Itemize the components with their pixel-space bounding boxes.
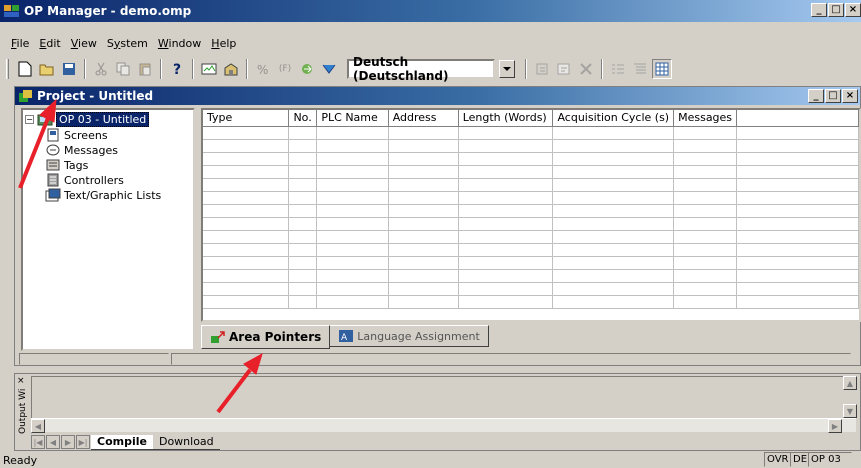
- tab-area-pointers-label: Area Pointers: [229, 330, 322, 344]
- area-pointers-icon: [210, 330, 226, 344]
- tab-area-pointers[interactable]: Area Pointers: [201, 325, 331, 349]
- annotation-arrows: [18, 98, 263, 414]
- red-arrow-tree-root: [18, 98, 57, 189]
- red-arrow-area-pointers: [216, 352, 263, 414]
